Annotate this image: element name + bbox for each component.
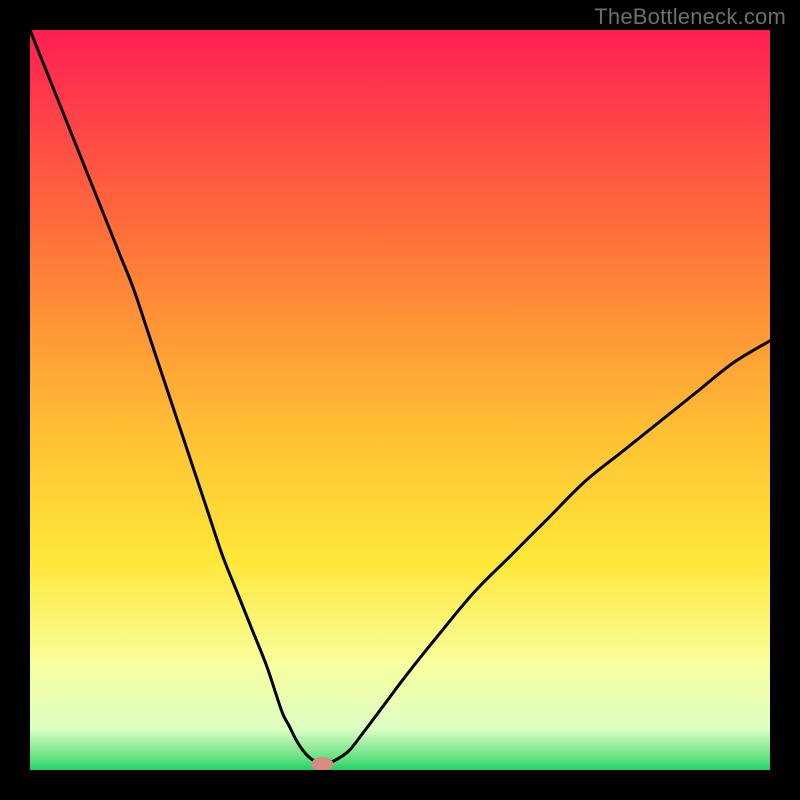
chart-frame: TheBottleneck.com	[0, 0, 800, 800]
bottleneck-curve-chart	[30, 30, 770, 770]
gradient-background	[30, 30, 770, 770]
watermark-label: TheBottleneck.com	[594, 4, 786, 30]
plot-area	[30, 30, 770, 770]
